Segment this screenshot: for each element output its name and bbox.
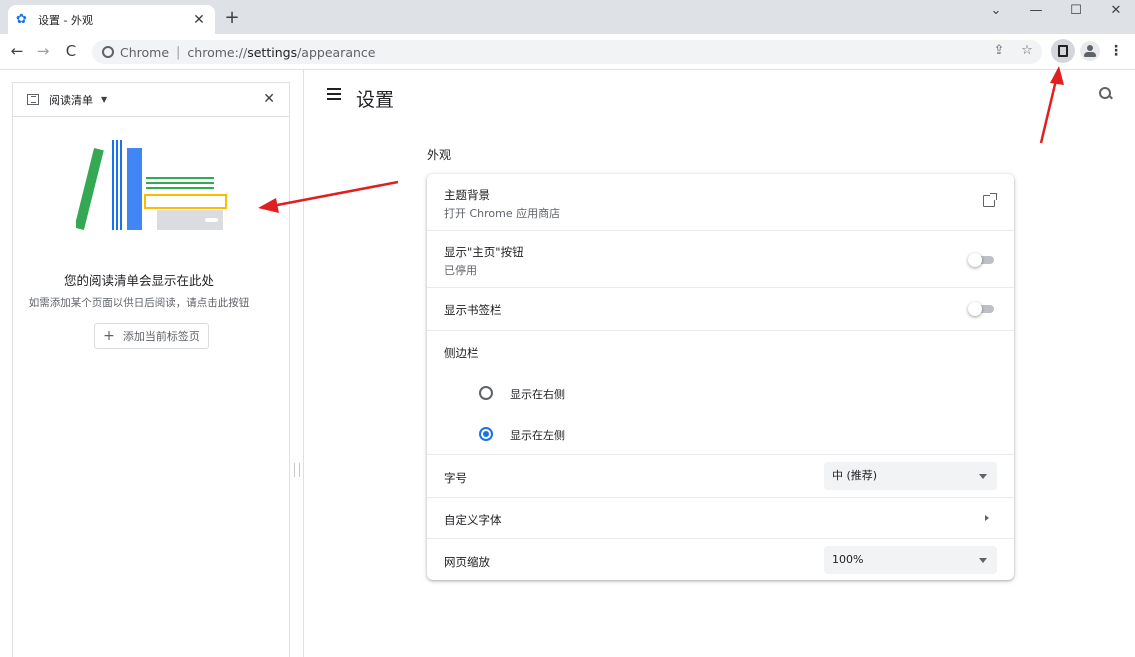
tab-strip: ✿ 设置 - 外观 ✕ + ⌄ — ☐ ✕ <box>0 0 1135 34</box>
home-button-sublabel: 已停用 <box>444 264 477 277</box>
annotation-arrow-up-line <box>1039 79 1058 144</box>
appearance-card: 主题背景 打开 Chrome 应用商店 显示"主页"按钮 已停用 显示书签栏 侧… <box>427 174 1014 580</box>
page-zoom-label: 网页缩放 <box>444 555 490 569</box>
profile-avatar[interactable] <box>1080 41 1100 61</box>
toggle-knob <box>968 253 982 267</box>
reading-list-illustration <box>76 140 227 230</box>
close-icon[interactable]: ✕ <box>263 91 275 107</box>
green-line-3 <box>146 187 214 189</box>
radio-show-left[interactable] <box>479 427 493 441</box>
side-panel-header: 阅读清单 ▼ ✕ <box>13 83 289 117</box>
bookmarks-bar-label: 显示书签栏 <box>444 303 502 317</box>
side-panel-button[interactable] <box>1051 39 1075 63</box>
empty-state-description: 如需添加某个页面以供日后阅读，请点击此按钮 <box>28 297 250 309</box>
book-line-3 <box>120 140 122 230</box>
close-window-button[interactable]: ✕ <box>1096 0 1135 24</box>
annotation-arrow-left-line <box>271 180 399 208</box>
section-title: 外观 <box>427 148 452 162</box>
gear-icon: ✿ <box>16 11 27 27</box>
caret-down-icon <box>979 474 987 479</box>
new-tab-button[interactable]: + <box>222 8 242 28</box>
home-button-row[interactable]: 显示"主页"按钮 已停用 <box>427 230 1014 287</box>
radio-show-right[interactable] <box>479 386 493 400</box>
side-panel-icon <box>1058 45 1068 57</box>
tab-title: 设置 - 外观 <box>38 13 93 27</box>
maximize-button[interactable]: ☐ <box>1056 0 1096 24</box>
chrome-icon <box>102 46 114 58</box>
side-panel-row: 侧边栏 显示在右侧 显示在左侧 <box>427 330 1014 454</box>
book-line-1 <box>112 140 114 230</box>
radio-show-left-label[interactable]: 显示在左侧 <box>510 427 565 443</box>
custom-fonts-row[interactable]: 自定义字体 <box>427 497 1014 538</box>
panel-divider <box>303 70 304 657</box>
gray-box-slot <box>205 218 218 222</box>
font-size-value: 中 (推荐) <box>832 469 878 482</box>
reading-list-icon <box>27 94 39 105</box>
theme-label: 主题背景 <box>444 188 490 202</box>
green-line-2 <box>146 182 214 184</box>
omnibox-separator: | <box>176 44 181 60</box>
forward-button[interactable]: → <box>31 39 55 63</box>
bookmarks-bar-row[interactable]: 显示书签栏 <box>427 287 1014 330</box>
page-title: 设置 <box>356 89 395 111</box>
side-panel-dropdown[interactable]: 阅读清单 ▼ <box>23 87 111 113</box>
open-external-icon[interactable] <box>983 193 997 207</box>
chevron-right-icon <box>985 515 989 521</box>
empty-state-title: 您的阅读清单会显示在此处 <box>63 273 214 288</box>
caret-down-icon <box>979 558 987 563</box>
font-size-label: 字号 <box>444 471 467 485</box>
theme-row[interactable]: 主题背景 打开 Chrome 应用商店 <box>427 174 1014 230</box>
plus-icon: + <box>103 328 115 344</box>
tab-settings[interactable]: ✿ 设置 - 外观 ✕ <box>8 5 215 34</box>
add-current-tab-button[interactable]: + 添加当前标签页 <box>94 323 209 349</box>
page-zoom-row: 网页缩放 100% <box>427 538 1014 580</box>
tab-search-button[interactable]: ⌄ <box>976 0 1016 24</box>
omnibox[interactable]: Chrome | chrome://settings/appearance <box>92 40 1042 64</box>
share-icon[interactable]: ⇪ <box>988 40 1010 62</box>
green-line-1 <box>146 177 214 179</box>
toggle-knob <box>968 302 982 316</box>
bookmarks-bar-toggle[interactable] <box>968 302 994 316</box>
custom-fonts-label: 自定义字体 <box>444 513 502 527</box>
caret-down-icon: ▼ <box>101 95 108 104</box>
blue-book-shape <box>127 148 142 230</box>
search-icon[interactable] <box>1099 87 1111 99</box>
font-size-row: 字号 中 (推荐) <box>427 454 1014 497</box>
home-button-label: 显示"主页"按钮 <box>444 245 524 259</box>
menu-icon[interactable] <box>327 88 341 100</box>
page-zoom-value: 100% <box>832 553 864 566</box>
more-menu-button[interactable]: ⋮ <box>1108 40 1124 62</box>
home-button-toggle[interactable] <box>968 253 994 267</box>
reload-button[interactable]: C <box>59 39 83 63</box>
omnibox-url: chrome://settings/appearance <box>187 44 376 60</box>
radio-show-right-label[interactable]: 显示在右侧 <box>510 386 565 402</box>
book-line-2 <box>116 140 118 230</box>
add-current-tab-label: 添加当前标签页 <box>122 330 200 343</box>
close-icon[interactable]: ✕ <box>191 12 207 28</box>
omnibox-scheme-label: Chrome <box>120 44 170 60</box>
star-icon[interactable]: ☆ <box>1016 40 1038 62</box>
side-panel-resize-handle[interactable] <box>294 463 300 477</box>
minimize-button[interactable]: — <box>1016 0 1056 24</box>
theme-sublabel: 打开 Chrome 应用商店 <box>444 207 561 220</box>
back-button[interactable]: ← <box>5 39 29 63</box>
side-panel-dropdown-label: 阅读清单 <box>49 93 93 107</box>
font-size-select[interactable]: 中 (推荐) <box>824 462 997 490</box>
page-zoom-select[interactable]: 100% <box>824 546 997 574</box>
green-book-shape <box>76 148 104 230</box>
yellow-box-shape <box>144 194 227 209</box>
side-panel-label: 侧边栏 <box>444 346 479 360</box>
